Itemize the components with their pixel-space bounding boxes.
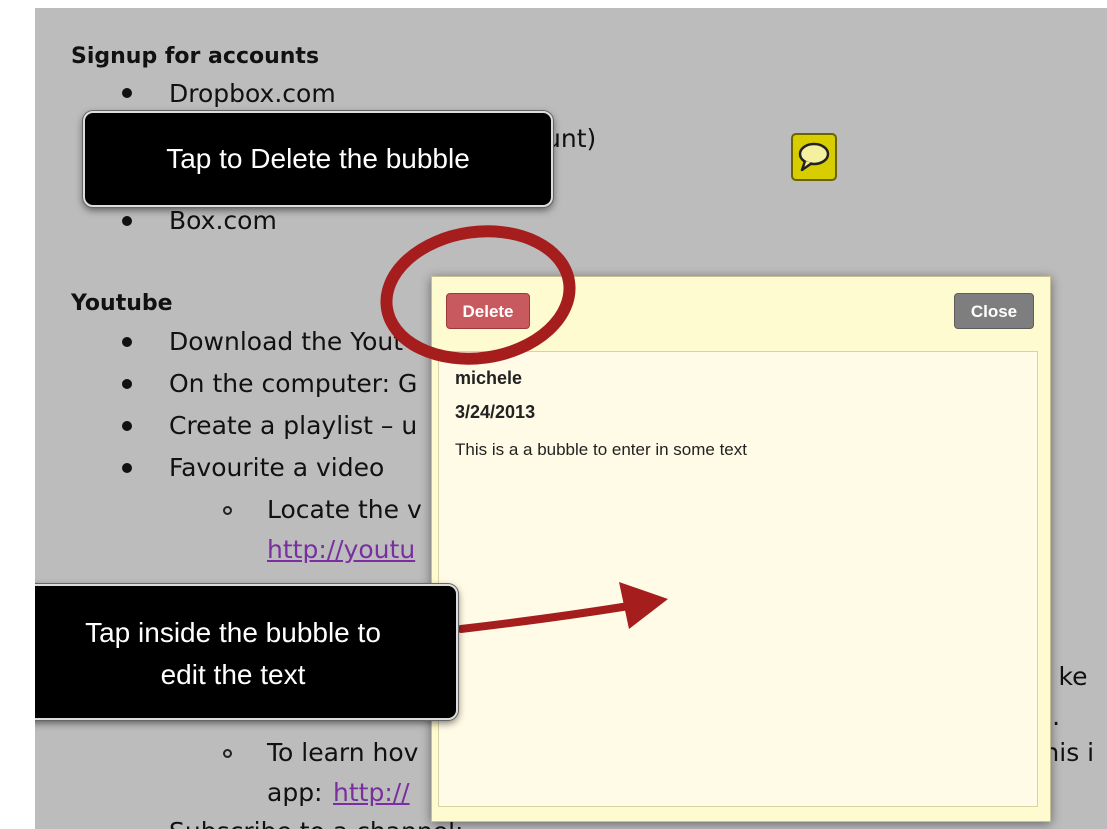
screenshot-stage: Signup for accounts Dropbox.com unt) Box… [35,8,1107,829]
edit-tip-line2: edit the text [160,659,306,690]
arrow-shaft [457,601,639,633]
delete-tip-callout: Tap to Delete the bubble [83,111,553,207]
edit-tip-callout: Tap inside the bubble to edit the text [35,584,458,720]
arrow-head [619,582,668,629]
delete-tip-text: Tap to Delete the bubble [166,143,470,174]
edit-tip-line1: Tap inside the bubble to [85,617,381,648]
highlight-circle [380,225,576,365]
